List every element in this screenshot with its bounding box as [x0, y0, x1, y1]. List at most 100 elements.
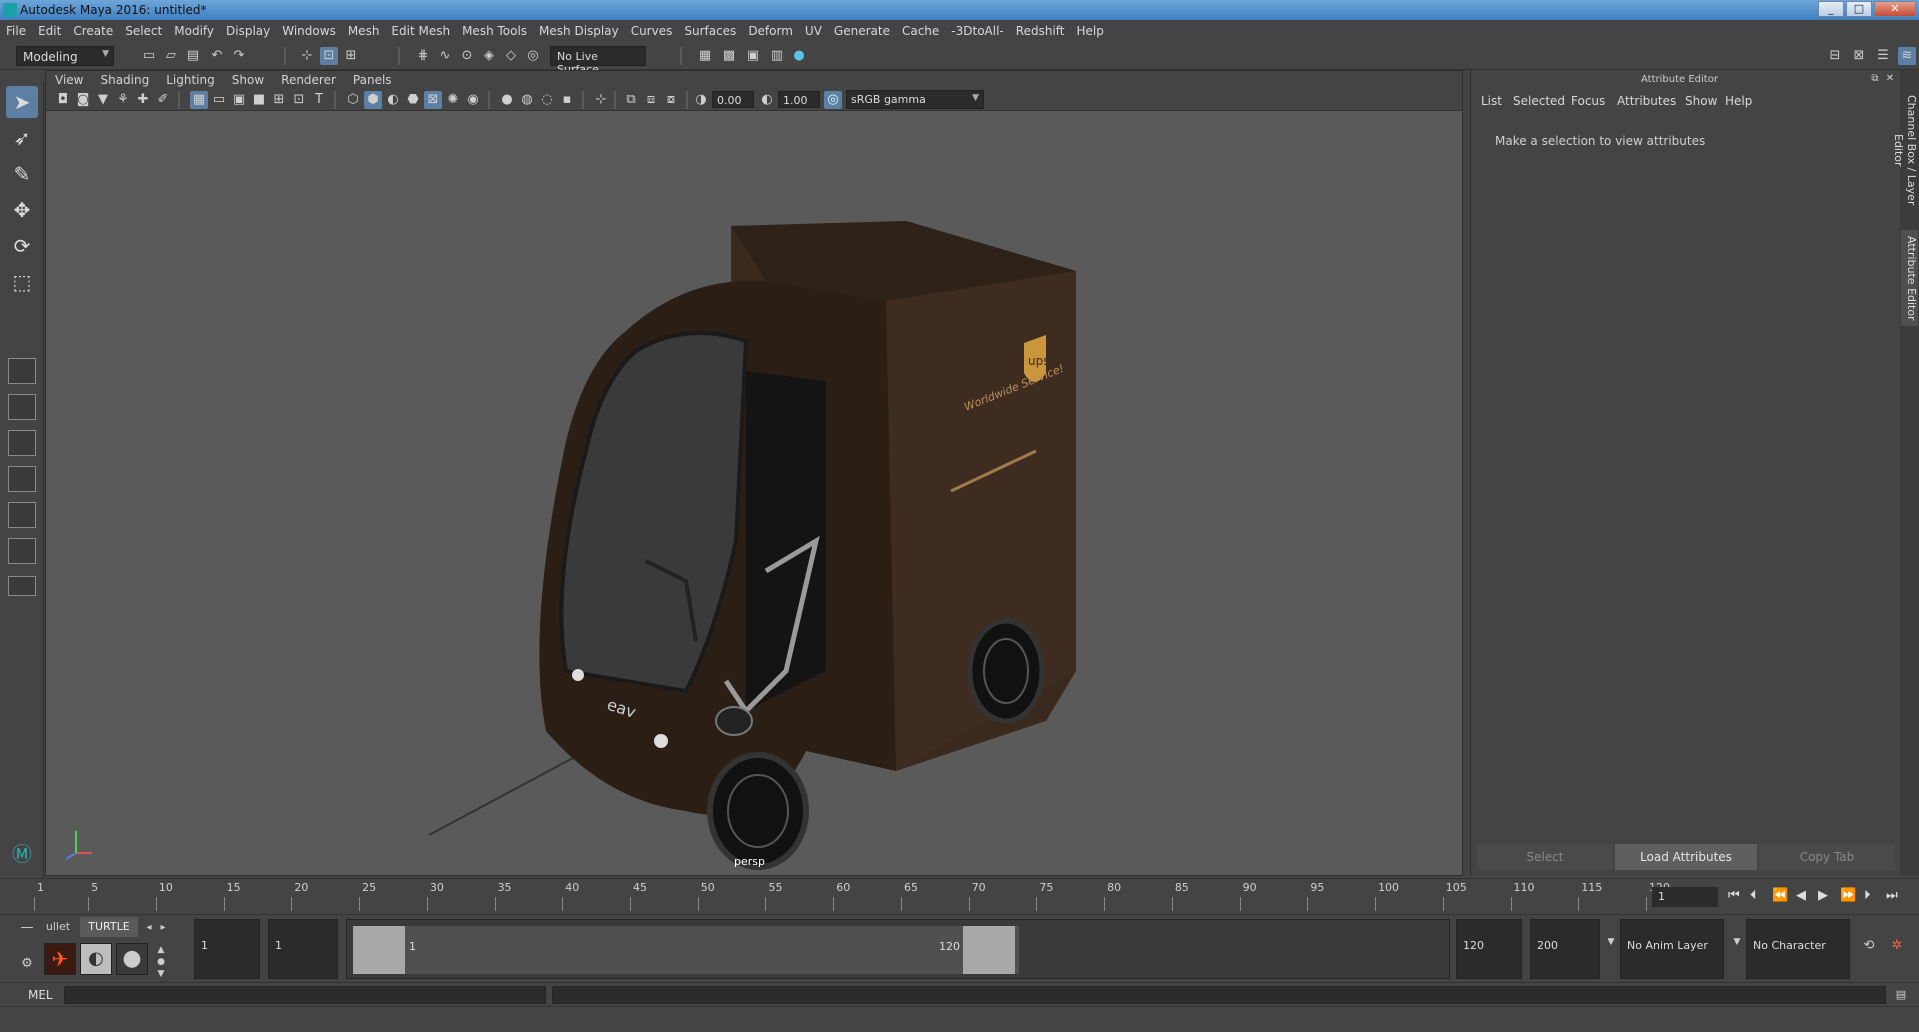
- open-scene-icon[interactable]: ▱: [162, 47, 180, 65]
- gamma-field[interactable]: 1.00: [778, 91, 820, 108]
- shelf-tab-bullet[interactable]: ullet: [40, 917, 76, 937]
- shelf-menu-icon[interactable]: —: [18, 919, 36, 937]
- single-pane-layout-icon[interactable]: [8, 358, 36, 384]
- two-pane-stacked-layout-icon[interactable]: [8, 466, 36, 492]
- play-forwards-icon[interactable]: ▶: [1818, 888, 1828, 903]
- anti-aliasing-icon[interactable]: ◌: [538, 91, 556, 109]
- new-scene-icon[interactable]: ▭: [140, 47, 158, 65]
- snap-live-icon[interactable]: ◎: [524, 47, 542, 65]
- select-object-icon[interactable]: ⊡: [320, 47, 338, 65]
- time-slider[interactable]: 1 5 10 15 20 25 30 35 40 45 50 55 60 65 70 75 80 85 90 95 10…: [0, 878, 1919, 914]
- menu-curves[interactable]: Curves: [625, 20, 679, 42]
- save-scene-icon[interactable]: ▤: [184, 47, 202, 65]
- ae-select-button[interactable]: Select: [1477, 844, 1613, 870]
- select-tool-icon[interactable]: ➤: [6, 86, 38, 118]
- redo-icon[interactable]: ↷: [230, 47, 248, 65]
- viewport-panel[interactable]: View Shading Lighting Show Renderer Panels ◘ …: [45, 70, 1463, 876]
- xray-joints-icon[interactable]: ⧈: [642, 91, 660, 109]
- two-d-pan-icon[interactable]: ✚: [134, 91, 152, 109]
- ipr-render-icon[interactable]: ▣: [744, 47, 762, 65]
- play-backwards-icon[interactable]: ◀: [1796, 888, 1806, 903]
- two-pane-side-layout-icon[interactable]: [8, 430, 36, 456]
- anim-layer-selector[interactable]: No Anim Layer: [1620, 919, 1724, 979]
- auto-key-icon[interactable]: ⟲: [1860, 937, 1878, 955]
- layout-menu-icon[interactable]: [8, 576, 36, 596]
- layer-editor-icon[interactable]: ≋: [1898, 47, 1916, 65]
- smooth-shade-icon[interactable]: ⬢: [364, 91, 382, 109]
- menu-cache[interactable]: Cache: [896, 20, 945, 42]
- turtle-sphere-icon[interactable]: ●: [116, 943, 148, 975]
- render-frame-icon[interactable]: ▩: [720, 47, 738, 65]
- motion-blur-icon[interactable]: ◍: [518, 91, 536, 109]
- channel-box-tab[interactable]: Channel Box / Layer Editor: [1892, 80, 1918, 220]
- menu-redshift[interactable]: Redshift: [1010, 20, 1071, 42]
- depth-of-field-icon[interactable]: ▪: [558, 91, 576, 109]
- load-attributes-button[interactable]: Load Attributes: [1615, 844, 1757, 870]
- shadows-icon[interactable]: ◉: [464, 91, 482, 109]
- ae-menu-attributes[interactable]: Attributes: [1617, 94, 1676, 108]
- menu-mesh-tools[interactable]: Mesh Tools: [456, 20, 533, 42]
- close-button[interactable]: ✕: [1874, 1, 1916, 17]
- time-slider-ruler[interactable]: 1 5 10 15 20 25 30 35 40 45 50 55 60 65 70 75 80 85 90 95 10…: [30, 881, 1670, 911]
- paint-select-tool-icon[interactable]: ✎: [6, 158, 38, 190]
- menu-help[interactable]: Help: [1070, 20, 1109, 42]
- range-start-handle[interactable]: [353, 926, 405, 974]
- step-forward-key-icon[interactable]: ⏩: [1840, 888, 1856, 903]
- maximize-button[interactable]: □: [1846, 1, 1872, 17]
- graph-persp-layout-icon[interactable]: [8, 538, 36, 564]
- outliner-persp-layout-icon[interactable]: [8, 502, 36, 528]
- vp-menu-view[interactable]: View: [46, 71, 91, 87]
- chevron-down-icon[interactable]: ▼: [1728, 933, 1746, 951]
- copy-tab-button[interactable]: Copy Tab: [1759, 844, 1895, 870]
- minimize-button[interactable]: _: [1818, 1, 1844, 17]
- menu-3dtoall[interactable]: -3DtoAll-: [945, 20, 1009, 42]
- playback-end-field[interactable]: 120: [1456, 919, 1522, 979]
- turtle-render-icon[interactable]: ✈: [44, 943, 76, 975]
- menu-file[interactable]: File: [0, 20, 32, 42]
- menu-windows[interactable]: Windows: [276, 20, 342, 42]
- shelf-scroll-right-icon[interactable]: ▸: [154, 919, 172, 937]
- film-gate-icon[interactable]: ▭: [210, 91, 228, 109]
- go-to-start-icon[interactable]: ⏮: [1728, 888, 1740, 903]
- vp-menu-panels[interactable]: Panels: [344, 71, 400, 87]
- current-frame-field[interactable]: 1: [1652, 887, 1718, 907]
- xray-components-icon[interactable]: ⧇: [662, 91, 680, 109]
- range-slider-track[interactable]: 1 120: [346, 919, 1450, 979]
- chevron-down-icon[interactable]: ▼: [1602, 933, 1620, 951]
- menu-uv[interactable]: UV: [799, 20, 828, 42]
- animation-start-field[interactable]: 1: [194, 919, 260, 979]
- step-back-frame-icon[interactable]: ⏴: [1750, 888, 1757, 903]
- wireframe-icon[interactable]: ⬡: [344, 91, 362, 109]
- menu-mesh-display[interactable]: Mesh Display: [533, 20, 625, 42]
- snap-view-plane-icon[interactable]: ◈: [480, 47, 498, 65]
- exposure-icon[interactable]: ◑: [692, 91, 710, 109]
- select-hierarchy-icon[interactable]: ⊹: [298, 47, 316, 65]
- gamma-icon[interactable]: ◐: [758, 91, 776, 109]
- command-input[interactable]: [64, 986, 546, 1004]
- range-slider-bar[interactable]: [405, 926, 1019, 974]
- render-settings-icon[interactable]: ▦: [696, 47, 714, 65]
- outliner-icon[interactable]: ☰: [1874, 47, 1892, 65]
- shelf-tab-turtle[interactable]: TURTLE: [80, 917, 138, 937]
- step-forward-frame-icon[interactable]: ⏵: [1864, 888, 1871, 903]
- ae-menu-focus[interactable]: Focus: [1571, 94, 1605, 108]
- move-tool-icon[interactable]: ✥: [6, 194, 38, 226]
- gate-mask-icon[interactable]: ■: [250, 91, 268, 109]
- menu-mesh[interactable]: Mesh: [342, 20, 386, 42]
- step-back-key-icon[interactable]: ⏪: [1772, 888, 1788, 903]
- grid-icon[interactable]: ▦: [190, 91, 208, 109]
- safe-action-icon[interactable]: ⊡: [290, 91, 308, 109]
- screen-space-ao-icon[interactable]: ●: [498, 91, 516, 109]
- snap-grid-icon[interactable]: ⋕: [414, 47, 432, 65]
- script-editor-icon[interactable]: ▤: [1892, 986, 1910, 1004]
- grease-pencil-icon[interactable]: ✐: [154, 91, 172, 109]
- ae-menu-help[interactable]: Help: [1725, 94, 1752, 108]
- menu-generate[interactable]: Generate: [828, 20, 896, 42]
- select-component-icon[interactable]: ⊞: [342, 47, 360, 65]
- close-panel-icon[interactable]: ✕: [1881, 70, 1899, 88]
- vp-menu-renderer[interactable]: Renderer: [272, 71, 344, 87]
- snap-point-icon[interactable]: ⊙: [458, 47, 476, 65]
- ae-menu-list[interactable]: List: [1481, 94, 1502, 108]
- camera-icon[interactable]: ◘: [54, 91, 72, 109]
- render-view-icon[interactable]: ▥: [768, 47, 786, 65]
